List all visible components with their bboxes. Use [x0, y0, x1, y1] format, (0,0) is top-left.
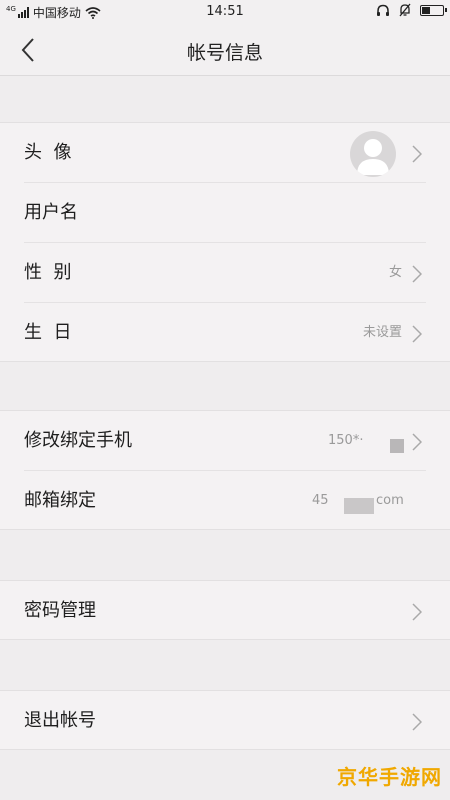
birthday-label: 生 日 — [24, 322, 72, 343]
masked-email-block — [344, 498, 374, 514]
chevron-right-icon — [412, 145, 422, 163]
birthday-row[interactable]: 生 日 未设置 — [0, 303, 450, 363]
phone-value: 150*· — [328, 433, 364, 448]
password-row[interactable]: 密码管理 — [0, 581, 450, 641]
gender-value: 女 — [388, 265, 402, 280]
phone-binding-label: 修改绑定手机 — [24, 430, 132, 451]
logout-section: 退出帐号 — [0, 690, 450, 750]
mute-icon — [399, 3, 411, 17]
email-binding-label: 邮箱绑定 — [24, 490, 96, 511]
birthday-value: 未设置 — [362, 325, 402, 340]
email-value-suffix: com — [376, 493, 404, 508]
gender-label: 性 别 — [24, 262, 72, 283]
avatar-row[interactable]: 头 像 — [0, 123, 450, 183]
binding-section: 修改绑定手机 150*· 邮箱绑定 45 com — [0, 410, 450, 530]
logout-label: 退出帐号 — [24, 710, 96, 731]
title-bar: 帐号信息 — [0, 24, 450, 76]
logout-row[interactable]: 退出帐号 — [0, 691, 450, 751]
masked-phone-block — [390, 439, 404, 453]
default-avatar-icon — [350, 131, 396, 177]
phone-binding-row[interactable]: 修改绑定手机 150*· — [0, 411, 450, 471]
chevron-right-icon — [412, 433, 422, 451]
chevron-right-icon — [412, 325, 422, 343]
page-title: 帐号信息 — [186, 42, 263, 64]
email-value-prefix: 45 — [312, 493, 329, 508]
username-label: 用户名 — [24, 202, 78, 223]
gender-row[interactable]: 性 别 女 — [0, 243, 450, 303]
status-bar: 4G 中国移动 14:51 — [0, 0, 450, 24]
chevron-right-icon — [412, 265, 422, 283]
site-watermark: 京华手游网 — [337, 765, 442, 789]
battery-icon — [420, 4, 447, 16]
chevron-right-icon — [412, 603, 422, 621]
password-label: 密码管理 — [24, 600, 96, 621]
headset-icon — [377, 4, 389, 16]
email-binding-row[interactable]: 邮箱绑定 45 com — [0, 471, 450, 531]
chevron-right-icon — [412, 713, 422, 731]
password-section: 密码管理 — [0, 580, 450, 640]
status-right — [376, 3, 447, 17]
profile-section: 头 像 用户名 性 别 女 生 日 未设置 — [0, 122, 450, 362]
avatar-label: 头 像 — [24, 142, 72, 163]
username-row[interactable]: 用户名 — [0, 183, 450, 243]
